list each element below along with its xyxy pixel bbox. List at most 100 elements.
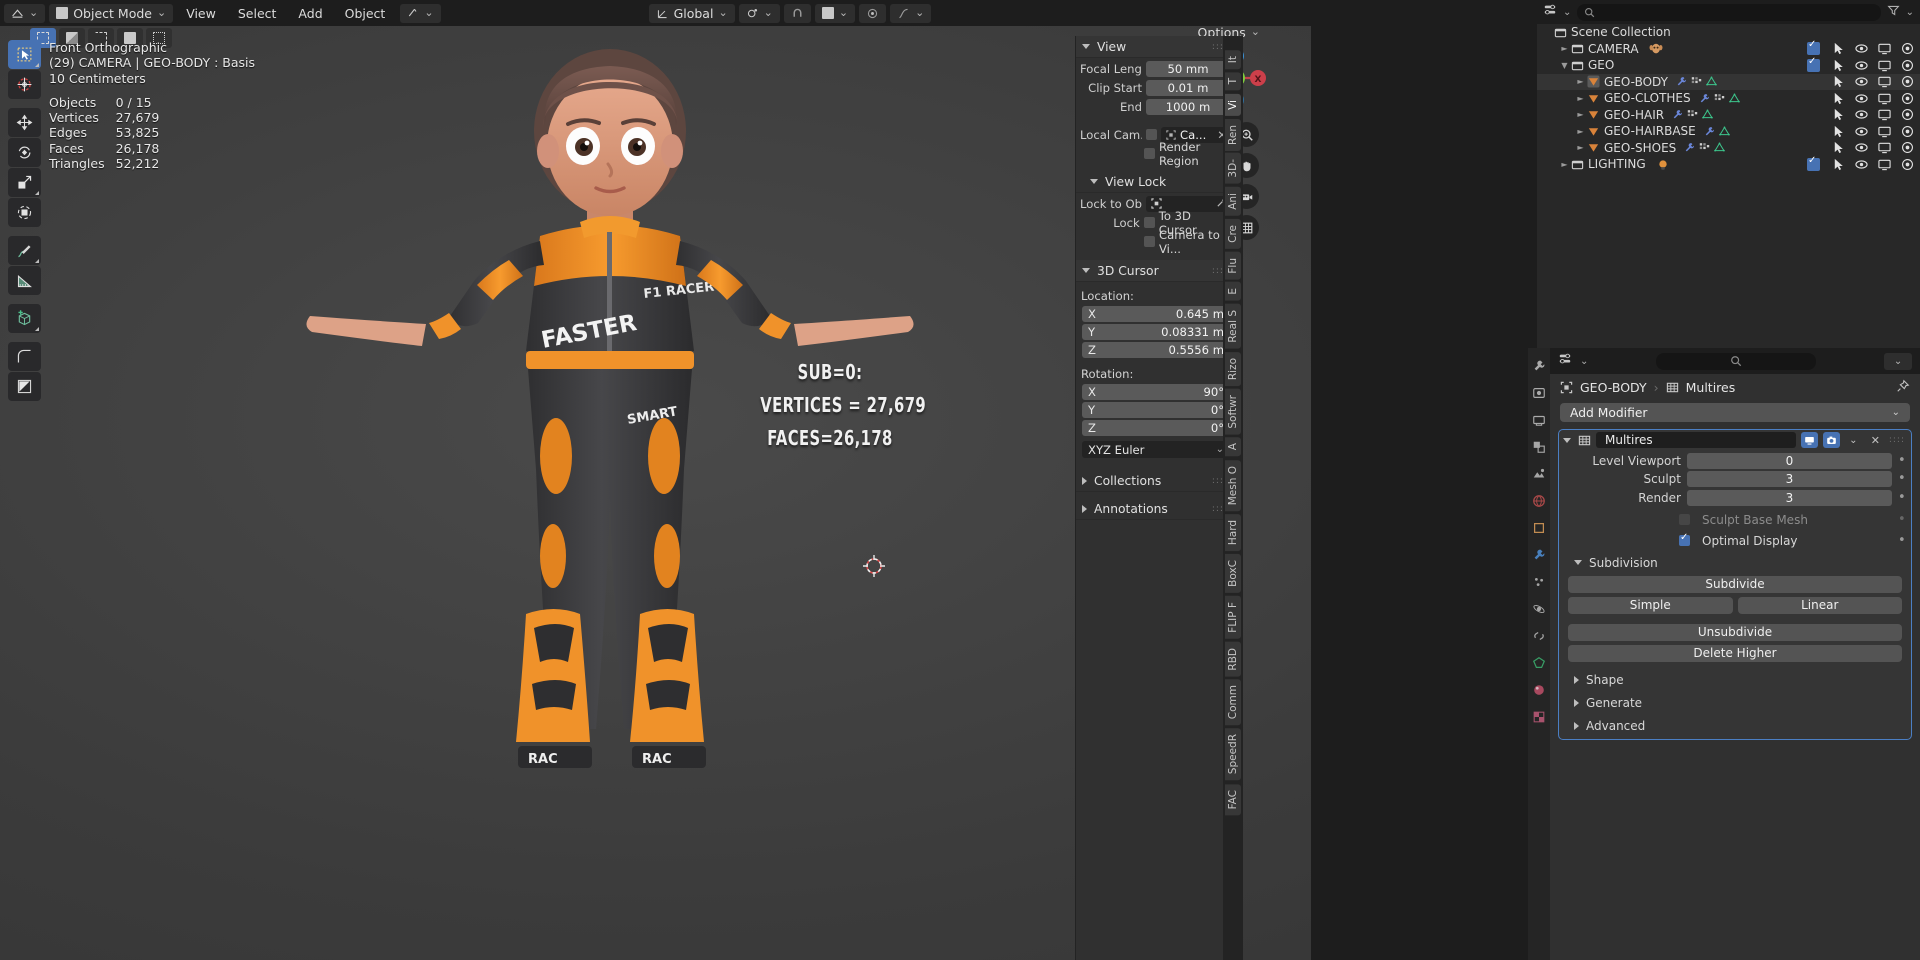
breadcrumb-modifier[interactable]: Multires — [1686, 380, 1736, 395]
tool-move[interactable] — [8, 108, 41, 137]
advanced-section-header[interactable]: Advanced — [1559, 717, 1911, 735]
panel-header-3d-cursor[interactable]: 3D Cursor :::: — [1076, 260, 1236, 282]
shape-section-header[interactable]: Shape — [1559, 671, 1911, 689]
local-camera-checkbox[interactable] — [1146, 129, 1157, 140]
tool-cursor[interactable] — [8, 70, 41, 99]
sculpt-base-mesh-row[interactable]: Sculpt Base Mesh • — [1565, 512, 1906, 528]
cursor-location-z-field[interactable]: Z 0.5556 m — [1082, 341, 1230, 358]
properties-editor[interactable]: ⌄ ⌄ GEO-BODY › Multires Add Modifier ⌄ M… — [1550, 348, 1920, 960]
scene-tab-icon[interactable] — [1531, 466, 1547, 482]
outliner-search-input[interactable] — [1577, 3, 1881, 21]
panel-header-collections[interactable]: Collections :::: — [1076, 470, 1236, 492]
tool-measure[interactable] — [8, 266, 41, 295]
properties-options-dropdown[interactable]: ⌄ — [1884, 352, 1913, 370]
breadcrumb-object[interactable]: GEO-BODY — [1580, 380, 1647, 395]
mesh-data-icon[interactable] — [1728, 93, 1740, 104]
data-tab-icon[interactable] — [1531, 655, 1547, 671]
outliner-row-toggles[interactable] — [1807, 56, 1914, 72]
cursor-arrow-icon[interactable] — [1832, 108, 1845, 121]
screen-icon[interactable] — [1878, 59, 1891, 72]
eye-icon[interactable] — [1855, 42, 1868, 55]
subdivide-row[interactable]: Subdivide — [1568, 575, 1902, 593]
eye-icon[interactable] — [1855, 158, 1868, 171]
cursor-arrow-icon[interactable] — [1832, 141, 1845, 154]
side-tab-flip-f[interactable]: FLIP F — [1225, 595, 1241, 639]
camera-render-icon[interactable] — [1901, 92, 1914, 105]
delete-higher-button[interactable]: Delete Higher — [1568, 644, 1902, 662]
wrench-icon[interactable] — [1704, 126, 1715, 137]
modifier-icon[interactable] — [1687, 109, 1698, 120]
tool-rotate[interactable] — [8, 138, 41, 167]
camera-render-icon[interactable] — [1901, 125, 1914, 138]
rotation-mode-dropdown[interactable]: XYZ Euler ⌄ — [1082, 441, 1230, 458]
chevron-down-icon[interactable] — [1563, 437, 1571, 443]
side-tab-ren[interactable]: Ren — [1225, 118, 1241, 151]
outliner-row[interactable]: ► GEO-HAIR — [1537, 107, 1920, 124]
chevron-down-icon[interactable]: ⌄ — [1563, 7, 1571, 18]
animate-property-dot[interactable]: • — [1898, 491, 1906, 504]
cursor-loc-x-row[interactable]: X 0.645 m — [1082, 305, 1230, 322]
tool-knife[interactable] — [8, 372, 41, 401]
expand-arrow[interactable]: ► — [1559, 44, 1570, 53]
side-tab-boxc[interactable]: BoxC — [1225, 553, 1241, 593]
outliner-row[interactable]: ► GEO-HAIRBASE — [1537, 123, 1920, 140]
falloff-button[interactable] — [890, 3, 932, 23]
expand-arrow[interactable]: ► — [1575, 77, 1586, 86]
outliner-row[interactable]: ► LIGHTING — [1537, 155, 1920, 173]
cursor-rotation-y-field[interactable]: Y 0° — [1082, 401, 1230, 418]
expand-arrow[interactable]: ► — [1575, 143, 1586, 152]
animate-property-dot[interactable]: • — [1898, 534, 1906, 547]
screen-icon[interactable] — [1878, 125, 1891, 138]
clip-end-field[interactable]: 1000 m — [1146, 98, 1230, 115]
tool-bevel[interactable] — [8, 342, 41, 371]
side-tab-rbd[interactable]: RBD — [1225, 641, 1241, 677]
wrench-icon[interactable] — [1699, 93, 1710, 104]
animate-property-dot[interactable]: • — [1898, 513, 1906, 526]
character-model[interactable]: F1 RACER FASTER SMART RAC RAC — [240, 36, 1040, 936]
material-tab-icon[interactable] — [1531, 682, 1547, 698]
expand-arrow[interactable]: ► — [1575, 127, 1586, 136]
add-modifier-button[interactable]: Add Modifier ⌄ — [1560, 403, 1910, 422]
texture-tab-icon[interactable] — [1531, 709, 1547, 725]
side-tab-it[interactable]: It — [1225, 50, 1241, 70]
outliner-exclude-checkbox[interactable] — [1807, 39, 1820, 56]
drag-grip-icon[interactable]: :::: — [1889, 435, 1905, 445]
side-tab-t[interactable]: T — [1225, 72, 1241, 91]
side-tab-speedr[interactable]: SpeedR — [1225, 728, 1241, 781]
camera-render-icon[interactable] — [1901, 42, 1914, 55]
subdivision-section-header[interactable]: Subdivision — [1559, 554, 1911, 572]
focal-length-field[interactable]: 50 mm — [1146, 60, 1230, 77]
cursor-rot-y-row[interactable]: Y 0° — [1082, 401, 1230, 418]
eye-icon[interactable] — [1855, 92, 1868, 105]
output-tab-icon[interactable] — [1531, 412, 1547, 428]
level-viewport-row[interactable]: Level Viewport 0 • — [1565, 452, 1906, 469]
modifier-header[interactable]: Multires ⌄ ✕ :::: — [1559, 430, 1911, 450]
eye-icon[interactable] — [1855, 75, 1868, 88]
delete-higher-row[interactable]: Delete Higher — [1568, 644, 1902, 662]
panel-header-view-lock[interactable]: View Lock — [1076, 171, 1236, 193]
cursor-loc-z-row[interactable]: Z 0.5556 m — [1082, 341, 1230, 358]
menu-object[interactable]: Object — [336, 4, 395, 23]
snap-target-button[interactable] — [814, 3, 856, 23]
modifier-panel-multires[interactable]: Multires ⌄ ✕ :::: Level Viewport 0 • Scu… — [1558, 429, 1912, 740]
camera-render-icon[interactable] — [1901, 158, 1914, 171]
clip-start-row[interactable]: Clip Start 0.01 m — [1080, 79, 1230, 96]
outliner-row[interactable]: ► CAMERA — [1537, 39, 1920, 58]
linear-button[interactable]: Linear — [1737, 596, 1902, 614]
outliner-row-toggles[interactable] — [1832, 141, 1914, 154]
side-tab-vi[interactable]: Vi — [1225, 93, 1241, 116]
side-tab-a[interactable]: A — [1225, 437, 1241, 457]
cursor-arrow-icon[interactable] — [1832, 158, 1845, 171]
focal-length-row[interactable]: Focal Lengt 50 mm — [1080, 60, 1230, 77]
menu-add[interactable]: Add — [289, 4, 331, 23]
cursor-rotation-x-field[interactable]: X 90° — [1082, 383, 1230, 400]
chevron-down-icon[interactable]: ⌄ — [1906, 7, 1914, 18]
outliner-row[interactable]: ► GEO-CLOTHES — [1537, 90, 1920, 107]
cursor-rot-z-row[interactable]: Z 0° — [1082, 419, 1230, 436]
properties-tab-strip[interactable] — [1528, 348, 1550, 960]
outliner-exclude-checkbox[interactable] — [1807, 56, 1820, 72]
viewport-toolbar[interactable] — [8, 40, 41, 408]
outliner-row-toggles[interactable] — [1832, 75, 1914, 88]
side-tab-hard[interactable]: Hard — [1225, 513, 1241, 551]
optimal-display-checkbox[interactable] — [1679, 532, 1690, 546]
